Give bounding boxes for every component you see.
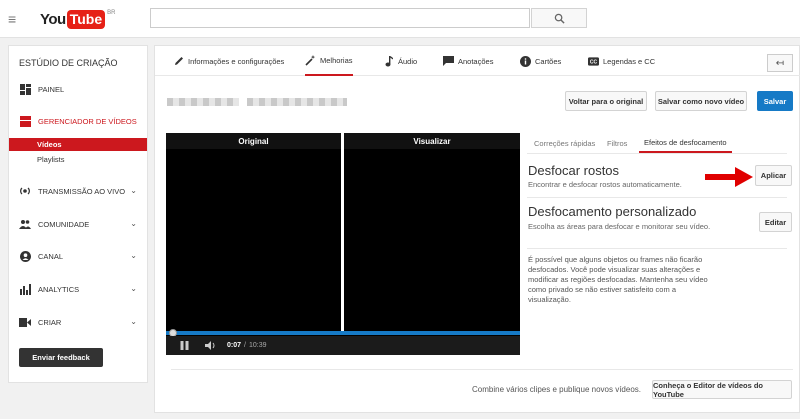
sidebar-item-label: GERENCIADOR DE VÍDEOS [38,116,137,126]
blur-faces-description: Encontrar e desfocar rostos automaticame… [528,180,682,189]
sidebar-item-create[interactable]: CRIAR ⌄ [9,315,147,329]
cc-icon: CC [588,56,599,67]
time-total: 10:39 [248,342,267,349]
chevron-down-icon[interactable]: ⌄ [130,317,137,326]
create-icon [19,316,31,328]
tab-label: Áudio [398,56,418,66]
sidebar-item-community[interactable]: COMUNIDADE ⌄ [9,217,147,231]
back-arrow-icon: ↤ [775,57,785,69]
editor-tabs: Informações e configurações Melhorias Áu… [155,46,800,76]
back-button[interactable]: ↤ [767,54,793,72]
sidebar-item-label: TRANSMISSÃO AO VIVO [38,186,126,196]
search-button[interactable] [531,8,587,28]
sidebar-item-analytics[interactable]: ANALYTICS ⌄ [9,282,147,296]
youtube-logo[interactable]: You Tube BR [40,10,115,30]
time-current: 0:07 [227,342,242,349]
search-icon [554,13,565,24]
volume-icon[interactable] [205,341,217,350]
sidebar-item-label: PAINEL [38,84,65,94]
sidebar-item-dashboard[interactable]: PAINEL [9,82,147,96]
pencil-icon [173,56,184,67]
tab-label: Anotações [458,56,494,66]
magic-wand-icon [305,54,316,66]
pause-icon[interactable] [180,341,189,350]
analytics-icon [19,283,31,295]
video-editor-button[interactable]: Conheça o Editor de vídeos do YouTube [652,380,792,399]
tab-subtitles[interactable]: CC Legendas e CC [588,46,655,76]
tab-info-settings[interactable]: Informações e configurações [173,46,284,76]
tab-label: Melhorias [320,55,353,65]
chevron-down-icon[interactable]: ⌄ [130,186,137,195]
preview-label: Visualizar [344,133,520,149]
live-broadcast-icon [19,185,31,197]
music-note-icon [383,55,394,67]
progress-bar[interactable] [166,331,520,335]
custom-blur-description: Escolha as áreas para desfocar e monitor… [528,222,711,231]
video-manager-icon [19,115,31,127]
sidebar-item-label: ANALYTICS [38,284,80,294]
original-label: Original [166,133,341,149]
save-as-new-video-button[interactable]: Salvar como novo vídeo [655,91,747,111]
chevron-down-icon[interactable]: ⌄ [130,251,137,260]
sidebar-item-label: CRIAR [38,317,62,327]
blur-faces-title: Desfocar rostos [528,163,620,178]
sidebar-item-label: COMUNIDADE [38,219,90,229]
tab-label: Informações e configurações [188,56,285,66]
combine-clips-text: Combine vários clipes e publique novos v… [472,385,641,394]
tab-cards[interactable]: Cartões [520,46,561,76]
tab-enhancements[interactable]: Melhorias [305,46,353,76]
logo-country: BR [107,10,116,16]
community-icon [19,218,31,230]
save-button[interactable]: Salvar [757,91,793,111]
logo-tube: Tube [66,10,106,29]
red-arrow-icon [705,167,753,187]
blurred-video-title [247,98,347,106]
chevron-down-icon[interactable]: ⌄ [130,284,137,293]
chevron-down-icon[interactable]: ⌄ [130,219,137,228]
sidebar-item-video-manager[interactable]: GERENCIADOR DE VÍDEOS [9,114,147,128]
sidebar-item-channel[interactable]: CANAL ⌄ [9,249,147,263]
video-player[interactable]: Original Visualizar 0:07 / 10:39 [166,133,520,355]
channel-icon [19,250,31,262]
sidebar-subitem-playlists[interactable]: Playlists [9,153,147,166]
info-icon [520,55,531,67]
enhancement-subtabs: Correções rápidas Filtros Efeitos de des… [527,133,787,153]
original-pane: Original [166,133,341,331]
feature-divider [527,197,787,198]
hamburger-menu-icon[interactable]: ≡ [8,11,20,27]
sidebar-item-label: CANAL [38,251,64,261]
creator-studio-sidebar: ESTÚDIO DE CRIAÇÃO PAINEL GERENCIADOR DE… [8,45,148,383]
sidebar-item-live[interactable]: TRANSMISSÃO AO VIVO ⌄ [9,184,147,198]
revert-to-original-button[interactable]: Voltar para o original [565,91,647,111]
subtab-filters[interactable]: Filtros [607,133,627,153]
player-controls: 0:07 / 10:39 [166,336,520,355]
time-separator: / [244,342,246,349]
sidebar-subitem-videos[interactable]: Vídeos [9,138,147,151]
footer-divider [171,369,793,370]
blurred-video-title [167,98,239,106]
top-bar: ≡ You Tube BR [0,0,800,38]
preview-pane: Visualizar [344,133,520,331]
send-feedback-button[interactable]: Enviar feedback [19,348,103,367]
subtabs-divider [527,153,787,154]
edit-button[interactable]: Editar [759,212,792,232]
sidebar-title: ESTÚDIO DE CRIAÇÃO [19,58,118,68]
logo-you: You [40,11,66,28]
search-input[interactable] [150,8,530,28]
feature-divider [527,248,787,249]
tab-annotations[interactable]: Anotações [443,46,493,76]
svg-text:CC: CC [590,59,598,65]
dashboard-icon [19,83,31,95]
subtab-blur-effects[interactable]: Efeitos de desfocamento [639,133,732,153]
blur-disclaimer: É possível que alguns objetos ou frames … [528,255,708,304]
tab-audio[interactable]: Áudio [383,46,417,76]
subtab-quick-fixes[interactable]: Correções rápidas [534,133,595,153]
tab-label: Cartões [535,56,562,66]
custom-blur-title: Desfocamento personalizado [528,204,697,219]
apply-button[interactable]: Aplicar [755,165,792,186]
speech-bubble-icon [443,56,454,67]
tab-label: Legendas e CC [603,56,656,66]
